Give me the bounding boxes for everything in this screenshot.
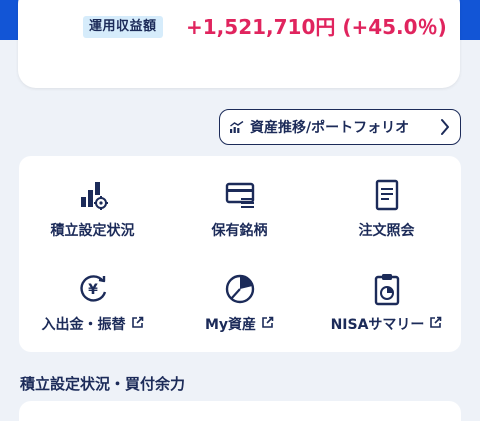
menu-item-label: 保有銘柄: [212, 220, 268, 240]
deposit-transfer-label: 入出金・振替: [41, 317, 126, 333]
my-assets-label: My資産: [204, 317, 257, 333]
menu-item-nisa-summary[interactable]: NISAサマリー: [313, 250, 460, 340]
clipboard-chart-icon: [370, 272, 404, 306]
menu-item-label: 積立設定状況: [51, 220, 135, 240]
pie-chart-icon: [223, 272, 257, 306]
holdings-label: 保有銘柄: [211, 223, 268, 239]
chart-icon: [230, 121, 244, 133]
external-link-icon: [131, 316, 144, 333]
accumulation-settings-label: 積立設定状況: [50, 223, 135, 239]
external-link-icon: [261, 316, 274, 333]
menu-item-label: My資産: [205, 314, 274, 334]
document-icon: [370, 178, 404, 212]
menu-card: 積立設定状況 保有銘柄 注文照会 ¥ 入出金・振替 My資産 NISAサマリー: [19, 156, 461, 352]
yen-transfer-icon: ¥: [76, 272, 110, 306]
external-link-icon: [429, 316, 442, 333]
nisa-summary-label: NISAサマリー: [330, 317, 425, 333]
profit-value: +1,521,710円 (+45.0％): [186, 15, 447, 39]
profit-label: 運用収益額: [83, 16, 163, 38]
section-title: 積立設定状況・買付余力: [20, 375, 186, 393]
menu-item-label: 入出金・振替: [42, 314, 144, 334]
menu-item-label: NISAサマリー: [331, 314, 443, 334]
menu-item-deposit-transfer[interactable]: ¥ 入出金・振替: [19, 250, 166, 340]
menu-item-label: 注文照会: [359, 220, 415, 240]
menu-item-order-inquiry[interactable]: 注文照会: [313, 156, 460, 246]
chevron-right-icon: [440, 118, 450, 140]
bar-chart-gear-icon: [76, 178, 110, 212]
asset-history-portfolio-label: 資産推移/ポートフォリオ: [250, 120, 410, 136]
svg-text:¥: ¥: [88, 282, 98, 298]
order-inquiry-label: 注文照会: [358, 223, 415, 239]
accumulation-buying-power-card: [19, 401, 461, 421]
asset-history-portfolio-button[interactable]: 資産推移/ポートフォリオ: [219, 109, 461, 145]
menu-item-holdings[interactable]: 保有銘柄: [166, 156, 313, 246]
menu-item-my-assets[interactable]: My資産: [166, 250, 313, 340]
card-list-icon: [223, 178, 257, 212]
summary-card: 運用収益額 +1,521,710円 (+45.0％): [18, 0, 460, 88]
menu-item-accumulation-settings[interactable]: 積立設定状況: [19, 156, 166, 246]
